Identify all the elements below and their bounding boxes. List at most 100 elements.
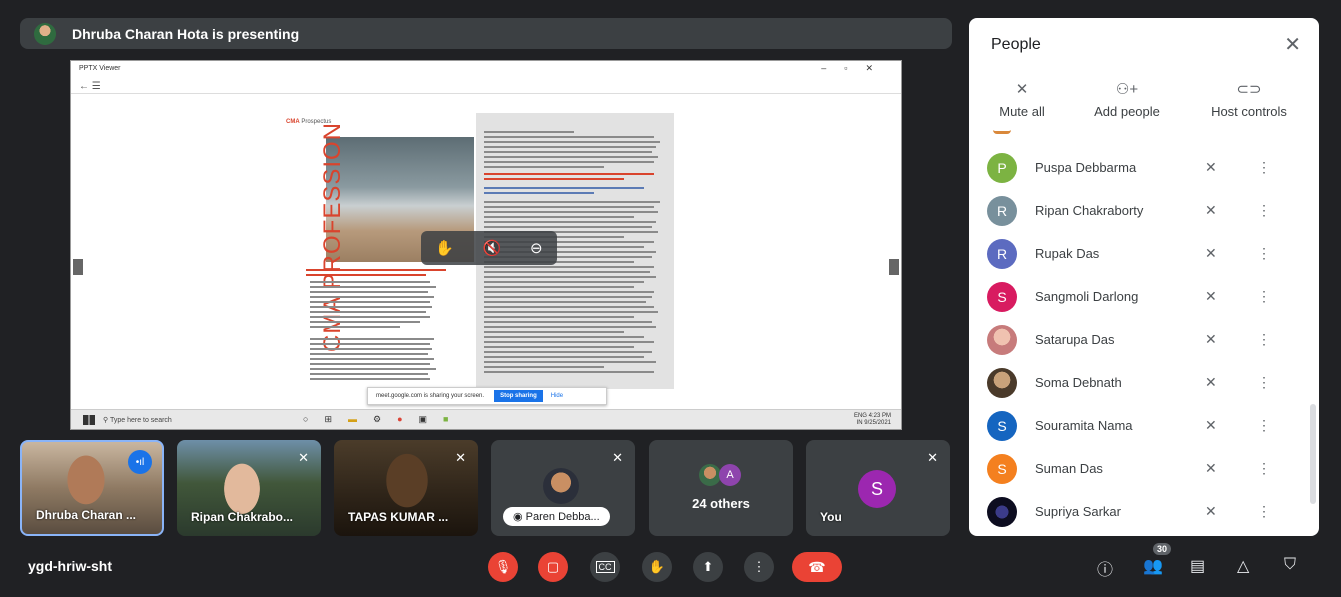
mic-off-icon: ✕ bbox=[298, 450, 309, 465]
list-item[interactable]: S Sangmoli Darlong ✕ ⋮ bbox=[969, 275, 1309, 318]
participant-name: Suman Das bbox=[1035, 461, 1103, 476]
participant-tile[interactable]: ✕ Ripan Chakrabo... bbox=[177, 440, 321, 536]
list-item[interactable]: R Rupak Das ✕ ⋮ bbox=[969, 232, 1309, 275]
mic-off-icon[interactable]: ✕ bbox=[1205, 460, 1257, 477]
mic-off-icon[interactable]: ✕ bbox=[1205, 503, 1257, 520]
mic-off-icon[interactable]: ✕ bbox=[1205, 245, 1257, 262]
self-tile[interactable]: ✕ S You bbox=[806, 440, 950, 536]
participant-name: You bbox=[820, 510, 842, 524]
list-item[interactable]: Supriya Sarkar ✕ ⋮ bbox=[969, 490, 1309, 533]
more-vert-icon[interactable]: ⋮ bbox=[1257, 503, 1271, 520]
mic-off-icon[interactable]: ✕ bbox=[1205, 159, 1257, 176]
people-icon[interactable]: 👥 bbox=[1143, 556, 1163, 576]
presentation-overlay-controls: ✋ 🔇 ⊖ bbox=[421, 231, 557, 265]
participant-name: Souramita Nama bbox=[1035, 418, 1133, 433]
list-item[interactable]: R Ripan Chakraborty ✕ ⋮ bbox=[969, 189, 1309, 232]
add-person-icon: ⚇+ bbox=[1115, 81, 1139, 98]
hand-icon[interactable]: ✋ bbox=[435, 239, 454, 257]
list-item[interactable]: Soma Debnath ✕ ⋮ bbox=[969, 361, 1309, 404]
mic-off-icon: 🎙 bbox=[494, 559, 512, 574]
more-vert-icon[interactable]: ⋮ bbox=[1257, 159, 1271, 176]
partial-avatar bbox=[993, 130, 1011, 134]
chrome-icon: ● bbox=[397, 414, 403, 424]
list-item[interactable]: S Souramita Nama ✕ ⋮ bbox=[969, 404, 1309, 447]
host-controls-button[interactable]: ⊂⊃ Host controls bbox=[1179, 80, 1319, 119]
taskbar-apps: ○ ⊞ ▬ ⚙ ● ▣ ■ bbox=[303, 414, 448, 425]
avatar bbox=[987, 367, 1017, 398]
more-vert-icon[interactable]: ⋮ bbox=[1257, 245, 1271, 262]
add-people-button[interactable]: ⚇+ Add people bbox=[1075, 80, 1179, 119]
more-vert-icon[interactable]: ⋮ bbox=[1257, 417, 1271, 434]
system-tray: ENG 4:23 PM IN 9/25/2021 bbox=[853, 412, 891, 426]
section-heading bbox=[306, 269, 468, 279]
meeting-code: ygd-hriw-sht bbox=[28, 558, 112, 574]
share-banner: meet.google.com is sharing your screen. … bbox=[367, 387, 607, 405]
viewer-nav: ← ☰ bbox=[79, 81, 101, 92]
folder-icon: ▬ bbox=[347, 414, 357, 424]
list-item[interactable]: S Suman Das ✕ ⋮ bbox=[969, 447, 1309, 490]
windows-logo-icon bbox=[83, 414, 95, 425]
avatar bbox=[987, 496, 1017, 527]
shared-screen: PPTX Viewer –▫✕ ← ☰ CMA Prospectus CMA P… bbox=[70, 60, 902, 430]
participant-video bbox=[378, 450, 436, 518]
window-controls: –▫✕ bbox=[821, 63, 891, 73]
more-vert-icon[interactable]: ⋮ bbox=[1257, 202, 1271, 219]
phone-hangup-icon: ☎ bbox=[808, 558, 826, 575]
store-icon: ▣ bbox=[418, 414, 428, 424]
captions-button[interactable]: CC bbox=[590, 552, 620, 582]
close-icon[interactable]: ✕ bbox=[1284, 32, 1301, 57]
viewer-title: PPTX Viewer bbox=[79, 65, 121, 72]
people-panel: People ✕ ✕ Mute all ⚇+ Add people ⊂⊃ Hos… bbox=[969, 18, 1319, 536]
minus-circle-icon[interactable]: ⊖ bbox=[530, 239, 543, 257]
presenting-text: Dhruba Charan Hota is presenting bbox=[72, 25, 300, 42]
avatar: A bbox=[719, 464, 741, 486]
participant-name: Supriya Sarkar bbox=[1035, 504, 1121, 519]
list-item[interactable]: Satarupa Das ✕ ⋮ bbox=[969, 318, 1309, 361]
participant-name: Puspa Debbarma bbox=[1035, 160, 1137, 175]
more-vert-icon: ⋮ bbox=[752, 559, 766, 574]
right-subheading bbox=[484, 187, 666, 197]
others-tile[interactable]: A 24 others bbox=[649, 440, 793, 536]
info-icon[interactable]: ⓘ bbox=[1097, 556, 1113, 580]
host-controls-icon[interactable]: ⛉ bbox=[1284, 556, 1296, 574]
next-slide-arrow bbox=[889, 259, 899, 275]
participant-tile[interactable]: •ıl Dhruba Charan ... bbox=[20, 440, 164, 536]
participant-name: Ripan Chakraborty bbox=[1035, 203, 1144, 218]
add-people-label: Add people bbox=[1094, 104, 1160, 119]
mute-all-button[interactable]: ✕ Mute all bbox=[969, 80, 1075, 119]
hide-button[interactable]: Hide bbox=[551, 393, 563, 399]
list-item[interactable]: P Puspa Debbarma ✕ ⋮ bbox=[969, 146, 1309, 189]
avatar bbox=[987, 324, 1017, 355]
panel-scrollbar[interactable] bbox=[1310, 404, 1316, 504]
mic-off-icon[interactable]: ✕ bbox=[1205, 288, 1257, 305]
leave-call-button[interactable]: ☎ bbox=[792, 552, 842, 582]
more-vert-icon[interactable]: ⋮ bbox=[1257, 374, 1271, 391]
mic-off-icon[interactable]: ✕ bbox=[1205, 417, 1257, 434]
avatar: S bbox=[858, 470, 896, 508]
camera-off-icon: ▢ bbox=[546, 559, 560, 574]
right-text-1 bbox=[484, 131, 666, 171]
stop-sharing-button[interactable]: Stop sharing bbox=[494, 390, 543, 402]
volume-off-icon[interactable]: 🔇 bbox=[483, 239, 502, 257]
more-vert-icon[interactable]: ⋮ bbox=[1257, 331, 1271, 348]
camera-toggle-button[interactable]: ▢ bbox=[538, 552, 568, 582]
panel-title: People bbox=[991, 36, 1041, 53]
more-options-button[interactable]: ⋮ bbox=[744, 552, 774, 582]
participant-video bbox=[60, 452, 112, 514]
body-text bbox=[310, 281, 468, 383]
chat-icon[interactable]: ▤ bbox=[1190, 556, 1205, 576]
present-button[interactable]: ⬆ bbox=[693, 552, 723, 582]
activities-icon[interactable]: △ bbox=[1237, 556, 1249, 576]
participant-tile[interactable]: ✕ TAPAS KUMAR ... bbox=[334, 440, 478, 536]
mic-toggle-button[interactable]: 🎙 bbox=[488, 552, 518, 582]
participant-tile[interactable]: ✕ ◉ Paren Debba... bbox=[491, 440, 635, 536]
task-view-icon: ⊞ bbox=[324, 414, 332, 424]
more-vert-icon[interactable]: ⋮ bbox=[1257, 288, 1271, 305]
app-icon: ■ bbox=[443, 414, 449, 424]
mic-off-icon[interactable]: ✕ bbox=[1205, 374, 1257, 391]
raise-hand-button[interactable]: ✋ bbox=[642, 552, 672, 582]
mic-off-icon[interactable]: ✕ bbox=[1205, 202, 1257, 219]
mic-off-icon[interactable]: ✕ bbox=[1205, 331, 1257, 348]
more-vert-icon[interactable]: ⋮ bbox=[1257, 460, 1271, 477]
right-text-2 bbox=[484, 201, 666, 376]
